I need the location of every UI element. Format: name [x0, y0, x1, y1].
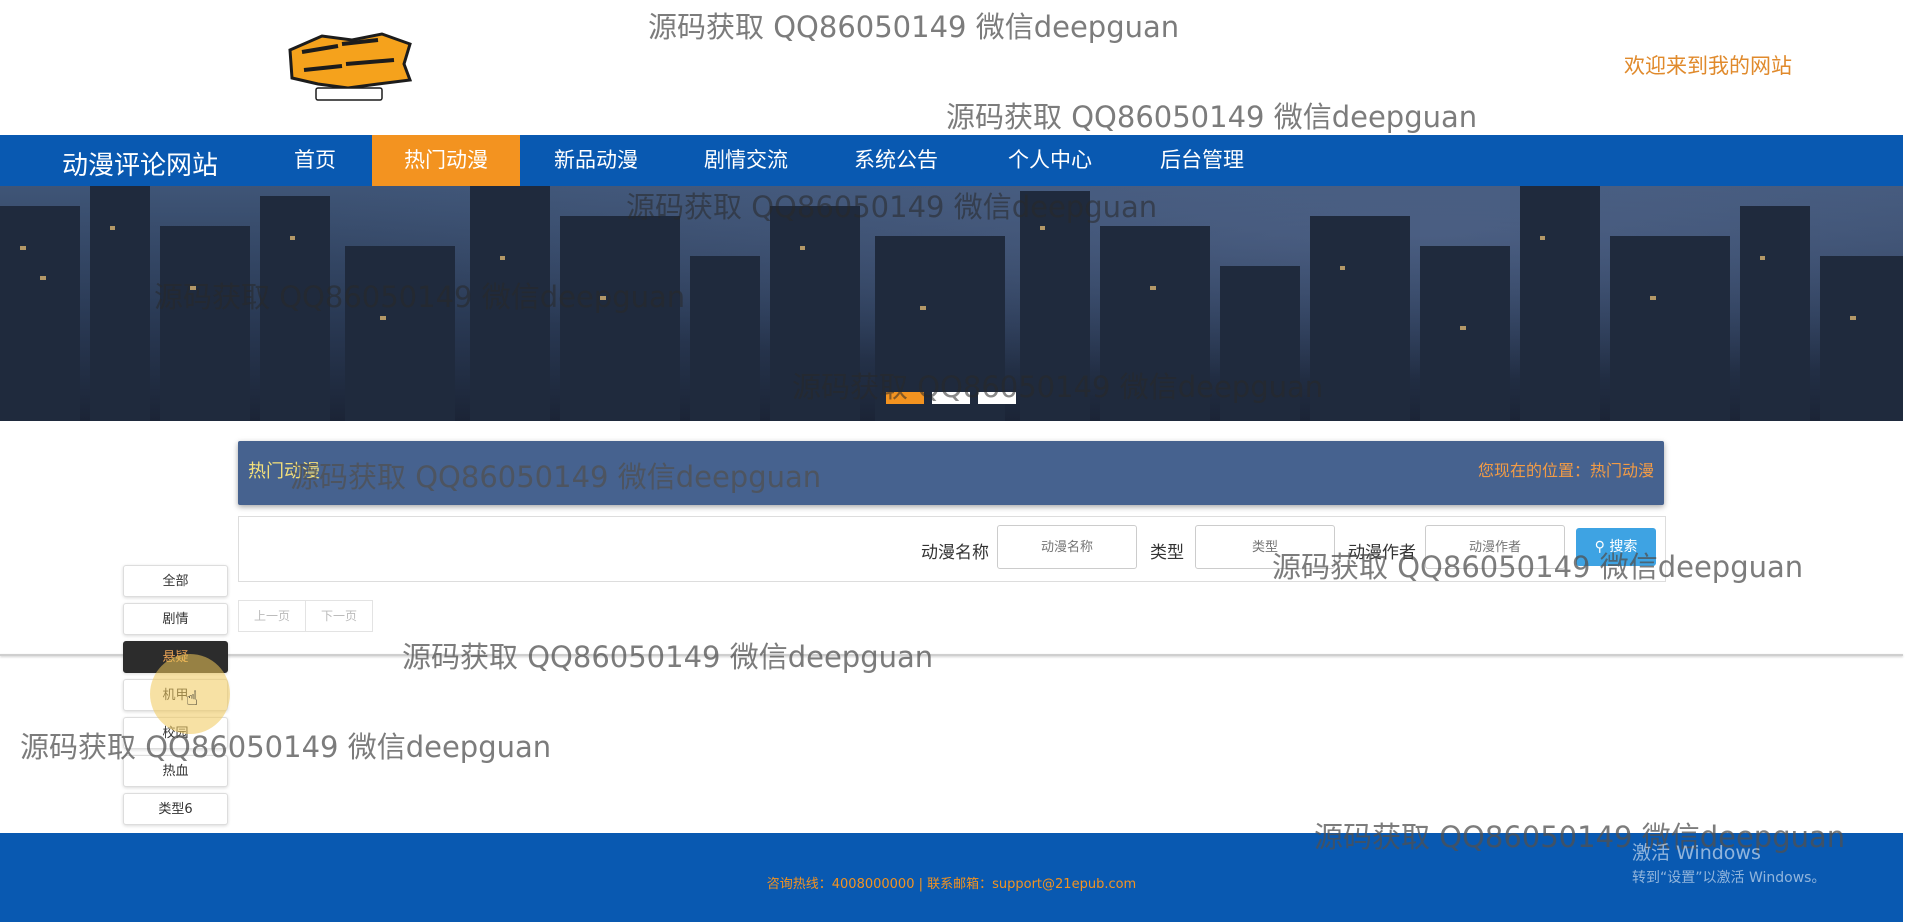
search-button[interactable]: ⚲ 搜索 [1576, 528, 1656, 566]
main-nav: 动漫评论网站 首页 热门动漫 新品动漫 剧情交流 系统公告 个人中心 后台管理 [0, 135, 1903, 186]
section-title-bar: 热门动漫 您现在的位置：热门动漫 [238, 441, 1664, 505]
search-icon: ⚲ [1594, 539, 1605, 555]
banner-dot-1[interactable] [886, 392, 924, 404]
site-logo[interactable] [282, 30, 417, 102]
welcome-text: 欢迎来到我的网站 [1624, 54, 1792, 78]
search-button-label: 搜索 [1609, 539, 1638, 555]
footer-contact-info: 咨询热线：4008000000 | 联系邮箱：support@21epub.co… [766, 877, 1137, 892]
nav-item-announcements[interactable]: 系统公告 [834, 135, 958, 186]
site-footer: 咨询热线：4008000000 | 联系邮箱：support@21epub.co… [0, 833, 1903, 922]
nav-item-admin[interactable]: 后台管理 [1140, 135, 1264, 186]
category-all[interactable]: 全部 [123, 565, 228, 597]
search-bar: 动漫名称 类型 动漫作者 ⚲ 搜索 [238, 516, 1666, 582]
nav-item-hot-anime[interactable]: 热门动漫 [372, 135, 520, 186]
author-label: 动漫作者 [1348, 543, 1416, 563]
breadcrumb: 您现在的位置：热门动漫 [1477, 461, 1654, 480]
banner-dot-2[interactable] [932, 392, 970, 404]
digimon-logo-icon [288, 32, 413, 101]
watermark: 源码获取 QQ86050149 微信deepguan [946, 100, 1478, 134]
windows-activation-notice: 激活 Windows 转到“设置”以激活 Windows。 [1632, 838, 1825, 887]
anime-name-input[interactable] [997, 525, 1137, 569]
banner-dot-3[interactable] [978, 392, 1016, 404]
watermark: 源码获取 QQ86050149 微信deepguan [20, 730, 552, 764]
anime-name-label: 动漫名称 [921, 543, 989, 563]
hand-cursor-icon: ☝ [186, 686, 199, 710]
windows-activation-hint: 转到“设置”以激活 Windows。 [1632, 870, 1826, 886]
pagination: 上一页 下一页 [238, 600, 373, 632]
category-hot-blooded[interactable]: 热血 [123, 755, 228, 787]
category-type6[interactable]: 类型6 [123, 793, 228, 825]
type-label: 类型 [1150, 543, 1184, 563]
nav-item-home[interactable]: 首页 [272, 135, 358, 186]
windows-activation-title: 激活 Windows [1632, 842, 1761, 864]
author-input[interactable] [1425, 525, 1565, 569]
category-plot[interactable]: 剧情 [123, 603, 228, 635]
content-divider [0, 654, 1903, 656]
next-page-button[interactable]: 下一页 [306, 600, 373, 632]
section-title: 热门动漫 [248, 461, 320, 482]
hero-banner [0, 186, 1903, 421]
city-skyline-image [0, 186, 1903, 421]
site-brand[interactable]: 动漫评论网站 [62, 145, 218, 182]
watermark: 源码获取 QQ86050149 微信deepguan [648, 10, 1180, 44]
nav-item-new-anime[interactable]: 新品动漫 [534, 135, 658, 186]
nav-item-personal-center[interactable]: 个人中心 [988, 135, 1112, 186]
nav-item-plot-discussion[interactable]: 剧情交流 [686, 135, 806, 186]
type-input[interactable] [1195, 525, 1335, 569]
prev-page-button[interactable]: 上一页 [238, 600, 306, 632]
